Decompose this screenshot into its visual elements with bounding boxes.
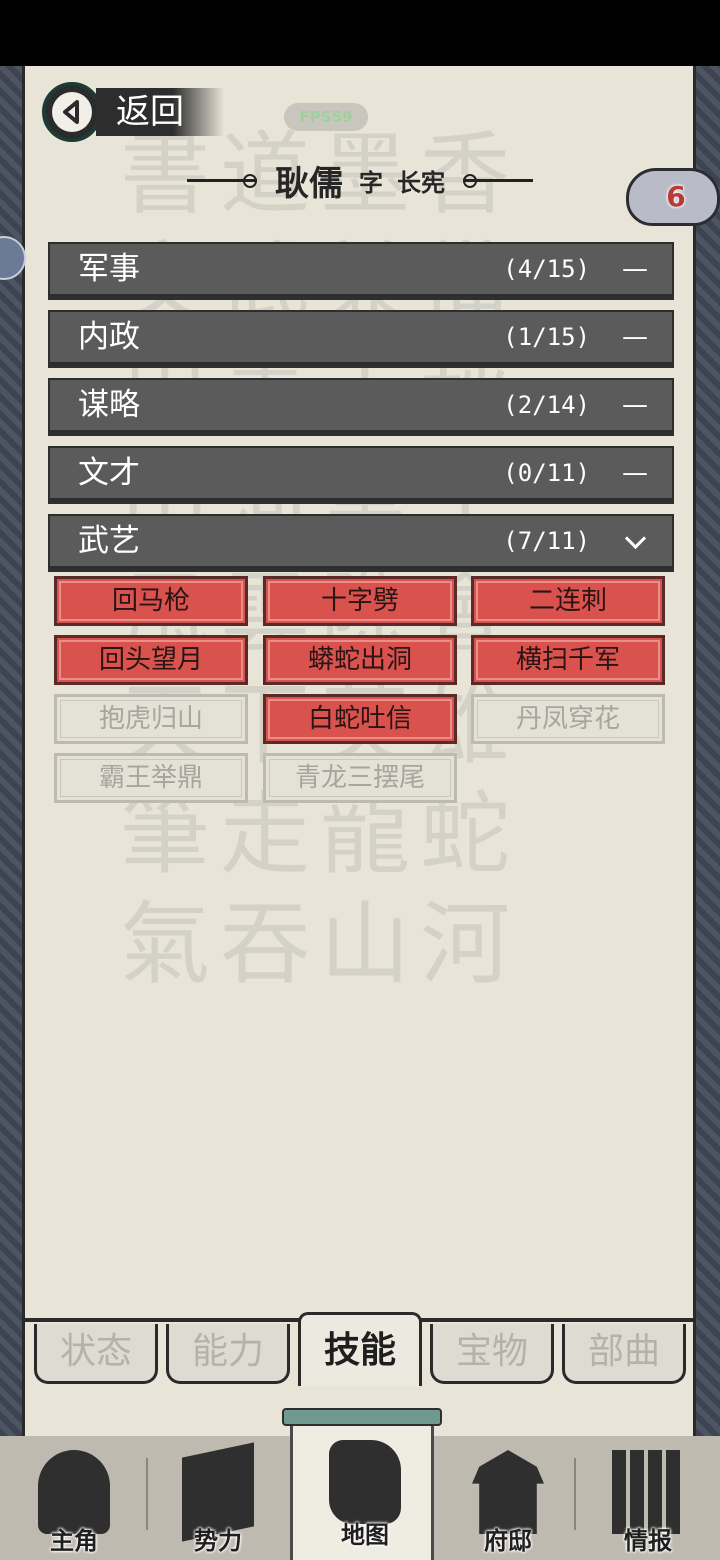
skill-button[interactable]: 十字劈 [263, 576, 457, 626]
nav-label: 府邸 [484, 1526, 532, 1555]
category-name: 文才 [78, 455, 140, 491]
category-politics[interactable]: 内政 (1/15) — [48, 310, 674, 364]
nav-separator [146, 1458, 148, 1530]
skill-button[interactable]: 回头望月 [54, 635, 248, 685]
category-count: (2/14) [503, 391, 590, 419]
status-bar [0, 0, 720, 66]
cloud-badge-count: 6 [666, 180, 686, 213]
tab-skills[interactable]: 技能 [298, 1312, 422, 1386]
map-scroll-ornament [282, 1408, 442, 1426]
skill-button[interactable]: 白蛇吐信 [263, 694, 457, 744]
collapse-icon[interactable]: — [622, 448, 648, 498]
title-ornament-right [463, 173, 533, 188]
tab-treasure[interactable]: 宝物 [430, 1324, 554, 1384]
character-name: 耿儒 [275, 163, 343, 204]
nav-separator [574, 1458, 576, 1530]
tab-bar: 状态 能力 技能 宝物 部曲 [30, 1312, 692, 1390]
tab-troops[interactable]: 部曲 [562, 1324, 686, 1384]
category-name: 武艺 [78, 523, 140, 559]
nav-map[interactable]: 地图 [290, 1420, 434, 1560]
skill-button[interactable]: 霸王举鼎 [54, 753, 248, 803]
category-literary[interactable]: 文才 (0/11) — [48, 446, 674, 500]
collapse-icon[interactable]: — [622, 312, 648, 362]
bottom-nav: 主角 势力 地图 府邸 情报 [0, 1420, 720, 1560]
skill-button[interactable]: 丹凤穿花 [471, 694, 665, 744]
category-count: (7/11) [503, 527, 590, 555]
skill-button[interactable]: 抱虎归山 [54, 694, 248, 744]
category-strategy[interactable]: 谋略 (2/14) — [48, 378, 674, 432]
nav-intel[interactable]: 情报 [576, 1436, 720, 1560]
character-title: 耿儒 字 长宪 [150, 152, 570, 208]
category-name: 军事 [78, 251, 140, 287]
chevron-down-icon[interactable] [622, 516, 648, 566]
back-button[interactable]: 返回 [42, 80, 242, 144]
nav-label: 情报 [624, 1526, 672, 1555]
collapse-icon[interactable]: — [622, 380, 648, 430]
back-label: 返回 [96, 88, 224, 136]
tab-ability[interactable]: 能力 [166, 1324, 290, 1384]
skill-button[interactable]: 横扫千军 [471, 635, 665, 685]
skill-button[interactable]: 二连刺 [471, 576, 665, 626]
nav-label: 势力 [194, 1526, 242, 1555]
nav-label: 地图 [341, 1520, 389, 1549]
collapse-icon[interactable]: — [622, 244, 648, 294]
fps-counter: FPS59 [284, 103, 368, 131]
nav-mansion[interactable]: 府邸 [436, 1436, 580, 1560]
style-name: 长宪 [397, 167, 445, 197]
back-arrow-icon [42, 82, 102, 142]
category-count: (1/15) [503, 323, 590, 351]
skill-button[interactable]: 青龙三摆尾 [263, 753, 457, 803]
category-martial[interactable]: 武艺 (7/11) [48, 514, 674, 568]
map-icon [329, 1440, 401, 1524]
nav-label: 主角 [50, 1526, 98, 1555]
category-count: (0/11) [503, 459, 590, 487]
category-name: 谋略 [78, 387, 140, 423]
nav-faction[interactable]: 势力 [146, 1436, 290, 1560]
skill-button[interactable]: 蟒蛇出洞 [263, 635, 457, 685]
skill-button[interactable]: 回马枪 [54, 576, 248, 626]
title-ornament-left [187, 173, 257, 188]
category-count: (4/15) [503, 255, 590, 283]
category-name: 内政 [78, 319, 140, 355]
category-military[interactable]: 军事 (4/15) — [48, 242, 674, 296]
nav-hero[interactable]: 主角 [2, 1436, 146, 1560]
tab-status[interactable]: 状态 [34, 1324, 158, 1384]
zi-label: 字 [359, 167, 383, 197]
